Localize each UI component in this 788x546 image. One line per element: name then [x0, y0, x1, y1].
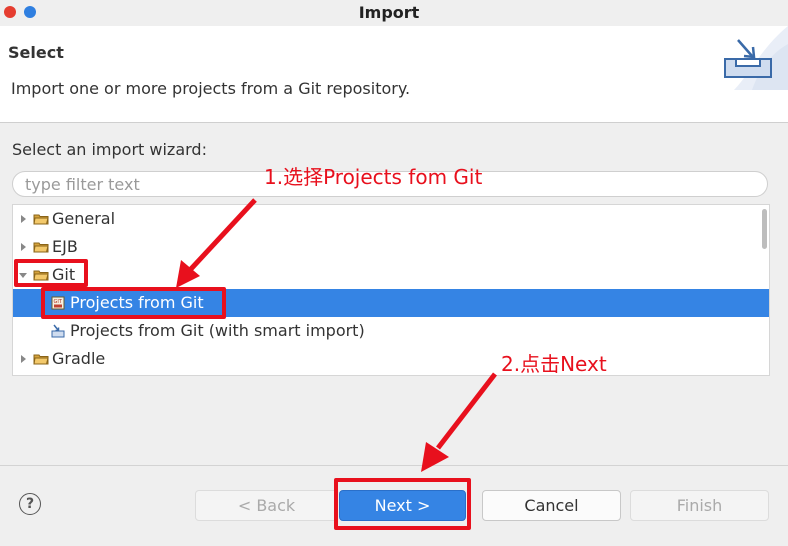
- annotation-box-projects-from-git: [41, 287, 226, 319]
- tree-item-label: Gradle: [52, 349, 106, 368]
- annotation-step1-text: 1.选择Projects fom Git: [264, 165, 483, 189]
- expand-arrow-icon[interactable]: [21, 215, 26, 223]
- wizard-header: Select Import one or more projects from …: [0, 26, 788, 122]
- tree-item-label: Projects from Git (with smart import): [70, 321, 365, 340]
- tree-item-ejb[interactable]: EJB: [13, 233, 769, 261]
- import-banner-icon: [724, 26, 788, 90]
- expand-arrow-icon[interactable]: [21, 243, 26, 251]
- annotation-box-next: [334, 478, 471, 530]
- tree-item-label: EJB: [52, 237, 78, 256]
- smart-import-icon: [51, 324, 65, 338]
- window-title: Import: [358, 3, 420, 22]
- tree-scrollbar[interactable]: [762, 209, 767, 249]
- back-button[interactable]: < Back: [195, 490, 338, 521]
- help-button[interactable]: ?: [19, 493, 41, 515]
- title-bar: Import: [0, 0, 788, 26]
- finish-button[interactable]: Finish: [630, 490, 769, 521]
- header-separator: [0, 122, 788, 123]
- cancel-button[interactable]: Cancel: [482, 490, 621, 521]
- annotation-arrow-step2: [421, 372, 497, 472]
- page-title: Select: [8, 43, 64, 62]
- tree-item-projects-from-git-smart-import[interactable]: Projects from Git (with smart import): [13, 317, 769, 345]
- folder-icon: [33, 214, 49, 225]
- tree-item-gradle[interactable]: Gradle: [13, 345, 769, 373]
- tree-item-git[interactable]: Git: [13, 261, 769, 289]
- tree-item-general[interactable]: General: [13, 205, 769, 233]
- expand-arrow-icon[interactable]: [21, 355, 26, 363]
- folder-icon: [33, 242, 49, 253]
- footer-separator: [0, 465, 788, 466]
- tree-item-label: General: [52, 209, 116, 228]
- page-description: Import one or more projects from a Git r…: [11, 79, 411, 98]
- folder-icon: [33, 354, 49, 365]
- annotation-step2-text: 2.点击Next: [501, 352, 607, 376]
- annotation-box-git: [14, 259, 88, 287]
- wizard-label: Select an import wizard:: [12, 140, 207, 159]
